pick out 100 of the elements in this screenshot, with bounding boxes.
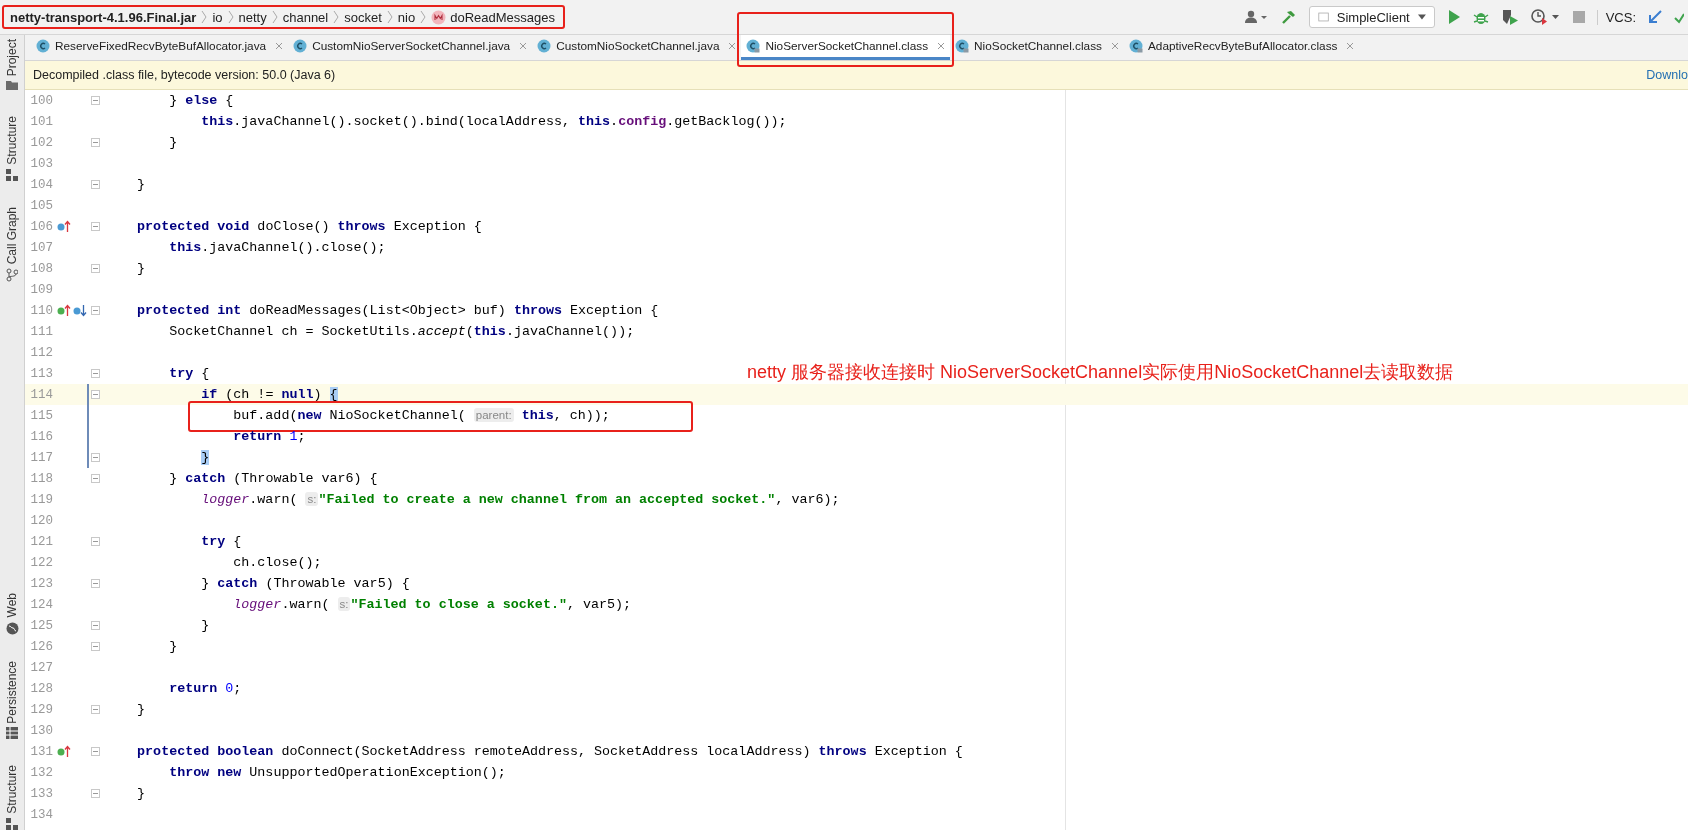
code-line: this.javaChannel().socket().bind(localAddress, this.config.getBacklog()); <box>200 114 787 129</box>
line-number: 126 <box>29 639 53 654</box>
line-number: 111 <box>29 324 53 339</box>
line-number: 103 <box>29 156 53 171</box>
code-line: return 1; <box>232 429 306 444</box>
circle-arrow-up-icon[interactable] <box>57 220 71 233</box>
line-number: 113 <box>29 366 53 381</box>
tool-window-button[interactable]: Web <box>5 593 19 618</box>
line-number: 104 <box>29 177 53 192</box>
fold-icon[interactable] <box>91 453 100 462</box>
editor-tab[interactable]: ReserveFixedRecvByteBufAllocator.java <box>31 35 289 60</box>
line-number: 125 <box>29 618 53 633</box>
fold-icon[interactable] <box>91 390 100 399</box>
line-number: 121 <box>29 534 53 549</box>
fold-icon[interactable] <box>91 138 100 147</box>
circle-arrow-up-icon[interactable] <box>57 745 71 758</box>
line-number: 116 <box>29 429 53 444</box>
class-icon <box>955 39 970 53</box>
breadcrumb-item[interactable]: socket <box>344 9 382 25</box>
editor-tab[interactable]: NioServerSocketChannel.class <box>741 35 951 60</box>
code-line: logger.warn( s:"Failed to create a new channel from an accepted socket.", var6); <box>200 492 840 507</box>
fold-icon[interactable] <box>91 705 100 714</box>
tool-window-button[interactable]: Call Graph <box>5 207 19 265</box>
line-number: 114 <box>29 387 53 402</box>
table-icon <box>6 727 18 740</box>
breadcrumb-item[interactable]: io <box>212 9 223 25</box>
breadcrumb-item[interactable]: netty-transport-4.1.96.Final.jar <box>10 9 197 25</box>
fold-icon[interactable] <box>91 621 100 630</box>
breadcrumb-item[interactable]: nio <box>397 9 416 25</box>
code-line: } <box>168 135 178 150</box>
user-menu-button[interactable] <box>1244 10 1269 24</box>
profiler-icon[interactable] <box>1530 9 1561 25</box>
chevron-icon <box>420 10 427 24</box>
close-icon[interactable] <box>519 42 528 50</box>
run-icon[interactable] <box>1446 9 1461 25</box>
line-number: 120 <box>29 513 53 528</box>
tool-window-button[interactable]: Structure <box>5 765 19 814</box>
breadcrumb-item[interactable]: netty <box>238 9 267 25</box>
line-number: 129 <box>29 702 53 717</box>
line-number: 112 <box>29 345 53 360</box>
line-number: 102 <box>29 135 53 150</box>
code-line: } <box>136 177 146 192</box>
run-config-dropdown[interactable]: SimpleClient <box>1308 6 1435 28</box>
code-line: } <box>136 261 146 276</box>
line-number: 105 <box>29 198 53 213</box>
close-icon[interactable] <box>1346 42 1355 50</box>
download-link[interactable]: Downlo <box>1646 68 1688 82</box>
circle-arrow-down-icon[interactable] <box>73 304 87 317</box>
fold-icon[interactable] <box>91 222 100 231</box>
hammer-icon[interactable] <box>1280 9 1297 25</box>
close-icon[interactable] <box>937 42 946 50</box>
fold-icon[interactable] <box>91 789 100 798</box>
close-icon[interactable] <box>728 42 737 50</box>
line-number: 118 <box>29 471 53 486</box>
editor-tab[interactable]: NioSocketChannel.class <box>950 35 1124 60</box>
close-icon[interactable] <box>1110 42 1119 50</box>
vcs-label: VCS: <box>1596 9 1636 25</box>
chevron-icon <box>227 10 234 24</box>
method-icon <box>431 9 447 25</box>
chevron-icon <box>271 10 278 24</box>
tool-window-button[interactable]: Project <box>5 39 19 77</box>
fold-icon[interactable] <box>91 180 100 189</box>
stop-icon[interactable] <box>1572 11 1585 23</box>
breadcrumb-item[interactable]: channel <box>282 9 329 25</box>
circle-arrow-up-icon[interactable] <box>57 304 71 317</box>
close-icon[interactable] <box>275 42 284 50</box>
line-number: 109 <box>29 282 53 297</box>
code-line: protected int doReadMessages(List<Object> buf) throws Exception { <box>136 303 659 318</box>
code-line: buf.add(new NioSocketChannel( parent: this, ch)); <box>232 408 610 423</box>
line-number: 110 <box>29 303 53 318</box>
editor-tab[interactable]: CustomNioServerSocketChannel.java <box>288 35 533 60</box>
code-line: } <box>168 639 178 654</box>
code-line: throw new UnsupportedOperationException(); <box>168 765 506 780</box>
chevron-icon <box>386 10 393 24</box>
fold-icon[interactable] <box>91 264 100 273</box>
code-line: } else { <box>168 93 234 108</box>
line-number: 123 <box>29 576 53 591</box>
editor-tab[interactable]: CustomNioSocketChannel.java <box>532 35 742 60</box>
editor-tab[interactable]: AdaptiveRecvByteBufAllocator.class <box>1123 35 1360 60</box>
fold-icon[interactable] <box>91 642 100 651</box>
fold-icon[interactable] <box>91 306 100 315</box>
fold-icon[interactable] <box>91 579 100 588</box>
fold-icon[interactable] <box>91 537 100 546</box>
code-line: try { <box>200 534 242 549</box>
tool-window-button[interactable]: Persistence <box>5 660 19 724</box>
line-number: 101 <box>29 114 53 129</box>
fold-icon[interactable] <box>91 96 100 105</box>
code-line: if (ch != null) { <box>200 387 338 402</box>
decompiled-notice: Decompiled .class file, bytecode version: 50.0 (Java 6) <box>33 68 336 82</box>
fold-icon[interactable] <box>91 474 100 483</box>
tool-window-button[interactable]: Structure <box>5 116 19 166</box>
fold-icon[interactable] <box>91 747 100 756</box>
line-number: 100 <box>29 93 53 108</box>
fold-icon[interactable] <box>91 369 100 378</box>
breadcrumb-item[interactable]: doReadMessages <box>431 9 555 25</box>
class-icon <box>746 39 761 53</box>
coverage-icon[interactable] <box>1500 9 1519 25</box>
caret-icon <box>1417 14 1426 20</box>
update-arrow-icon[interactable] <box>1648 10 1662 24</box>
line-number: 127 <box>29 660 53 675</box>
